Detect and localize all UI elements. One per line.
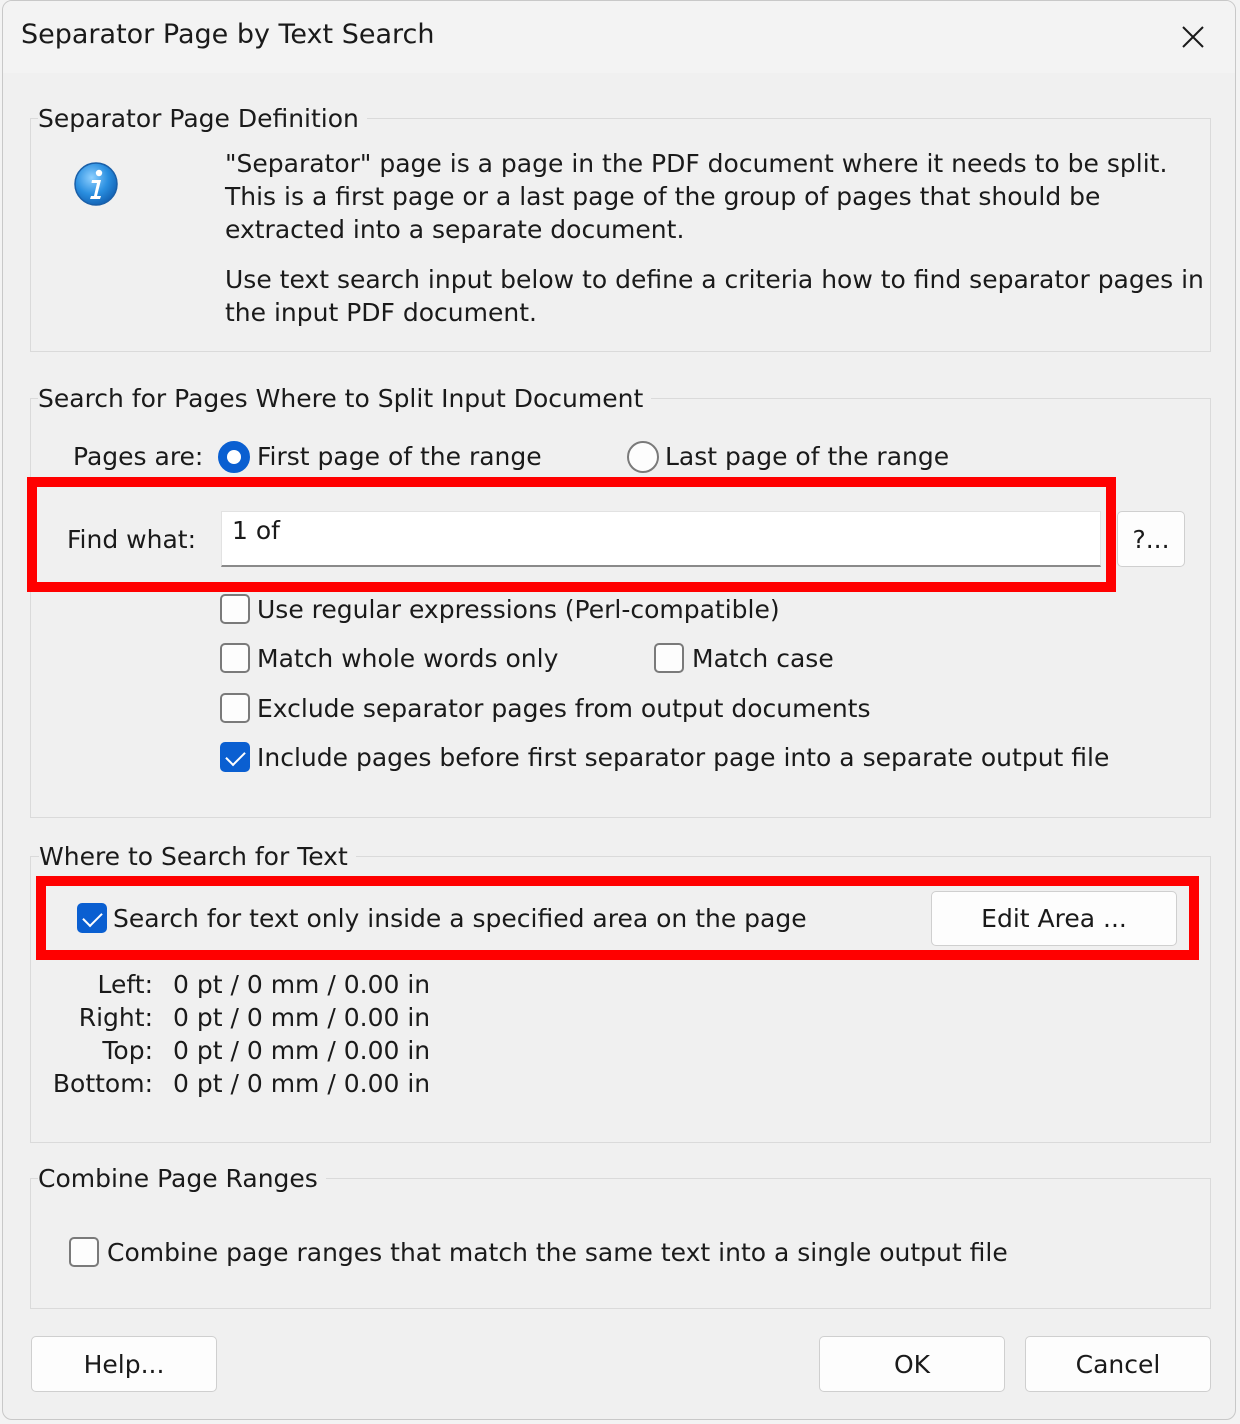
exclude-separator-checkbox[interactable] xyxy=(220,693,250,723)
top-label: Top: xyxy=(102,1036,153,1065)
dialog-title: Separator Page by Text Search xyxy=(21,19,435,50)
ok-button[interactable]: OK xyxy=(819,1336,1005,1392)
match-case-checkbox[interactable] xyxy=(654,643,684,673)
bottom-value: 0 pt / 0 mm / 0.00 in xyxy=(173,1069,431,1098)
separator-page-dialog: Separator Page by Text Search Separator … xyxy=(2,0,1236,1420)
whole-words-checkbox[interactable] xyxy=(220,643,250,673)
highlight-area-search xyxy=(36,876,1199,960)
definition-text-3: extracted into a separate document. xyxy=(225,215,685,244)
right-label: Right: xyxy=(78,1003,153,1032)
close-button[interactable] xyxy=(1163,13,1223,61)
where-group-title: Where to Search for Text xyxy=(39,842,356,872)
radio-first-page-label[interactable]: First page of the range xyxy=(257,440,542,473)
radio-first-page[interactable] xyxy=(218,441,250,473)
exclude-separator-label[interactable]: Exclude separator pages from output docu… xyxy=(257,692,871,725)
include-before-label[interactable]: Include pages before first separator pag… xyxy=(257,741,1109,774)
title-bar: Separator Page by Text Search xyxy=(3,1,1235,73)
match-case-label[interactable]: Match case xyxy=(692,642,834,675)
definition-group-title: Separator Page Definition xyxy=(38,104,367,134)
left-value: 0 pt / 0 mm / 0.00 in xyxy=(173,970,431,999)
combine-ranges-label[interactable]: Combine page ranges that match the same … xyxy=(107,1236,1008,1269)
definition-text-2: This is a first page or a last page of t… xyxy=(225,182,1101,211)
info-icon xyxy=(73,161,119,211)
definition-text-5: the input PDF document. xyxy=(225,298,537,327)
bottom-label: Bottom: xyxy=(52,1069,153,1098)
top-value: 0 pt / 0 mm / 0.00 in xyxy=(173,1036,431,1065)
include-before-checkbox[interactable] xyxy=(220,742,250,772)
right-value: 0 pt / 0 mm / 0.00 in xyxy=(173,1003,431,1032)
help-button[interactable]: Help... xyxy=(31,1336,217,1392)
definition-text-4: Use text search input below to define a … xyxy=(225,265,1204,294)
definition-text-1: "Separator" page is a page in the PDF do… xyxy=(225,149,1168,178)
close-icon xyxy=(1182,26,1204,48)
cancel-button[interactable]: Cancel xyxy=(1025,1336,1211,1392)
find-help-button[interactable]: ?... xyxy=(1117,511,1185,567)
pages-are-label: Pages are: xyxy=(73,442,204,471)
radio-last-page-label[interactable]: Last page of the range xyxy=(665,440,949,473)
combine-group-title: Combine Page Ranges xyxy=(38,1164,326,1194)
search-group-title: Search for Pages Where to Split Input Do… xyxy=(38,384,652,414)
combine-ranges-checkbox[interactable] xyxy=(69,1237,99,1267)
highlight-find-what xyxy=(27,477,1116,592)
left-label: Left: xyxy=(97,970,153,999)
regex-label[interactable]: Use regular expressions (Perl-compatible… xyxy=(257,593,780,626)
whole-words-label[interactable]: Match whole words only xyxy=(257,642,558,675)
regex-checkbox[interactable] xyxy=(220,594,250,624)
radio-last-page[interactable] xyxy=(627,441,659,473)
